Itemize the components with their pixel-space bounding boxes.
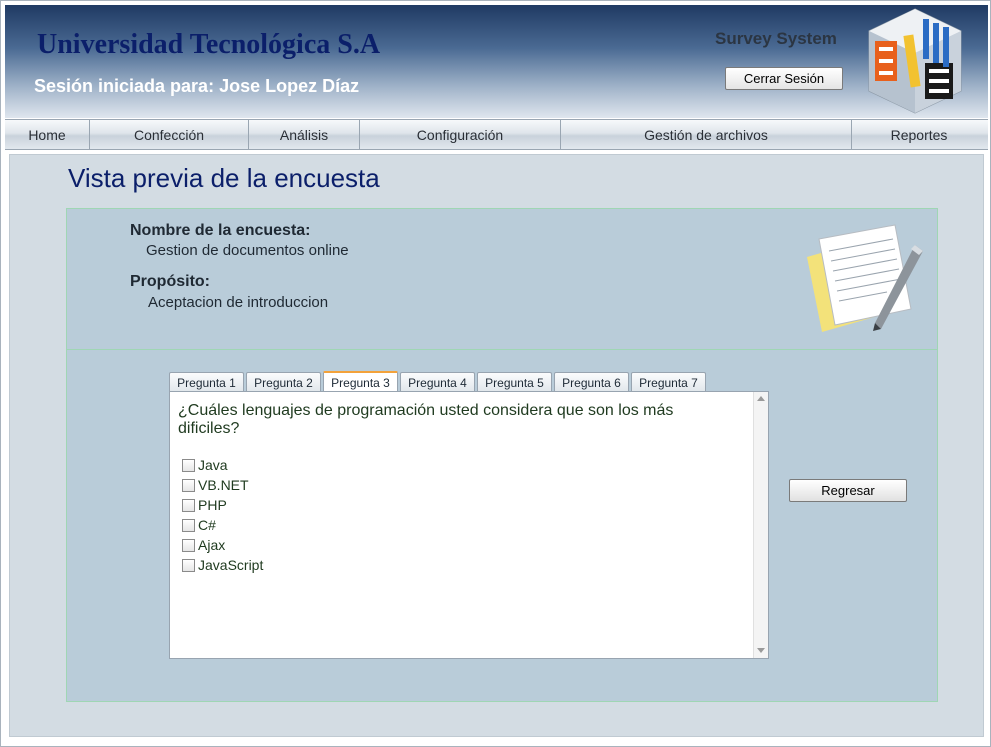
scroll-up-icon[interactable] [757, 396, 765, 401]
tab-pregunta-2[interactable]: Pregunta 2 [246, 372, 321, 393]
option-label: C# [198, 517, 216, 533]
menu-item-reportes[interactable]: Reportes [852, 120, 986, 149]
tab-pregunta-7[interactable]: Pregunta 7 [631, 372, 706, 393]
tab-pregunta-5[interactable]: Pregunta 5 [477, 372, 552, 393]
menu-item-confeccion[interactable]: Confección [90, 120, 249, 149]
option-checkbox[interactable] [182, 538, 195, 552]
option-ajax[interactable]: Ajax [182, 536, 225, 554]
option-checkbox[interactable] [182, 458, 195, 472]
option-label: Java [198, 457, 228, 473]
vertical-scrollbar[interactable] [753, 392, 768, 658]
option-php[interactable]: PHP [182, 496, 227, 514]
survey-purpose-label: Propósito: [130, 273, 210, 290]
survey-name-value: Gestion de documentos online [146, 242, 349, 259]
option-csharp[interactable]: C# [182, 516, 216, 534]
tab-pregunta-1[interactable]: Pregunta 1 [169, 372, 244, 393]
option-label: Ajax [198, 537, 226, 553]
scroll-down-icon[interactable] [757, 648, 765, 653]
menu-item-analisis[interactable]: Análisis [249, 120, 360, 149]
survey-purpose-value: Aceptacion de introduccion [148, 294, 329, 311]
university-title: Universidad Tecnológica S.A [37, 29, 381, 60]
option-java[interactable]: Java [182, 456, 228, 474]
survey-name-label: Nombre de la encuesta: [130, 222, 311, 239]
option-label: VB.NET [198, 477, 249, 493]
session-info: Sesión iniciada para: Jose Lopez Díaz [34, 76, 360, 96]
logout-button[interactable]: Cerrar Sesión [725, 67, 843, 90]
menu-item-home[interactable]: Home [5, 120, 90, 149]
tab-pregunta-3[interactable]: Pregunta 3 [323, 371, 398, 393]
option-checkbox[interactable] [182, 478, 195, 492]
question-panel: ¿Cuáles lenguajes de programación usted … [169, 391, 769, 659]
menu-item-configuracion[interactable]: Configuración [360, 120, 561, 149]
tab-pregunta-6[interactable]: Pregunta 6 [554, 372, 629, 393]
app-window: Universidad Tecnológica S.A Sesión inici… [0, 0, 991, 747]
option-checkbox[interactable] [182, 558, 195, 572]
question-text: ¿Cuáles lenguajes de programación usted … [178, 402, 674, 437]
system-name: Survey System [715, 29, 837, 48]
page-title: Vista previa de la encuesta [68, 163, 380, 193]
panel-divider [67, 349, 937, 350]
option-label: JavaScript [198, 557, 264, 573]
tab-pregunta-4[interactable]: Pregunta 4 [400, 372, 475, 393]
survey-info-panel: Nombre de la encuesta: Gestion de docume… [66, 208, 938, 702]
back-button[interactable]: Regresar [789, 479, 907, 502]
header: Universidad Tecnológica S.A Sesión inici… [5, 5, 988, 118]
option-vbnet[interactable]: VB.NET [182, 476, 249, 494]
survey-system-logo-icon [868, 8, 962, 114]
option-label: PHP [198, 497, 227, 513]
document-pen-icon [807, 224, 923, 332]
main-menu: Home Confección Análisis Configuración G… [5, 119, 988, 150]
main-content: Vista previa de la encuesta Nombre de la… [9, 154, 984, 737]
option-checkbox[interactable] [182, 518, 195, 532]
option-checkbox[interactable] [182, 498, 195, 512]
option-javascript[interactable]: JavaScript [182, 556, 263, 574]
menu-item-gestion-archivos[interactable]: Gestión de archivos [561, 120, 852, 149]
